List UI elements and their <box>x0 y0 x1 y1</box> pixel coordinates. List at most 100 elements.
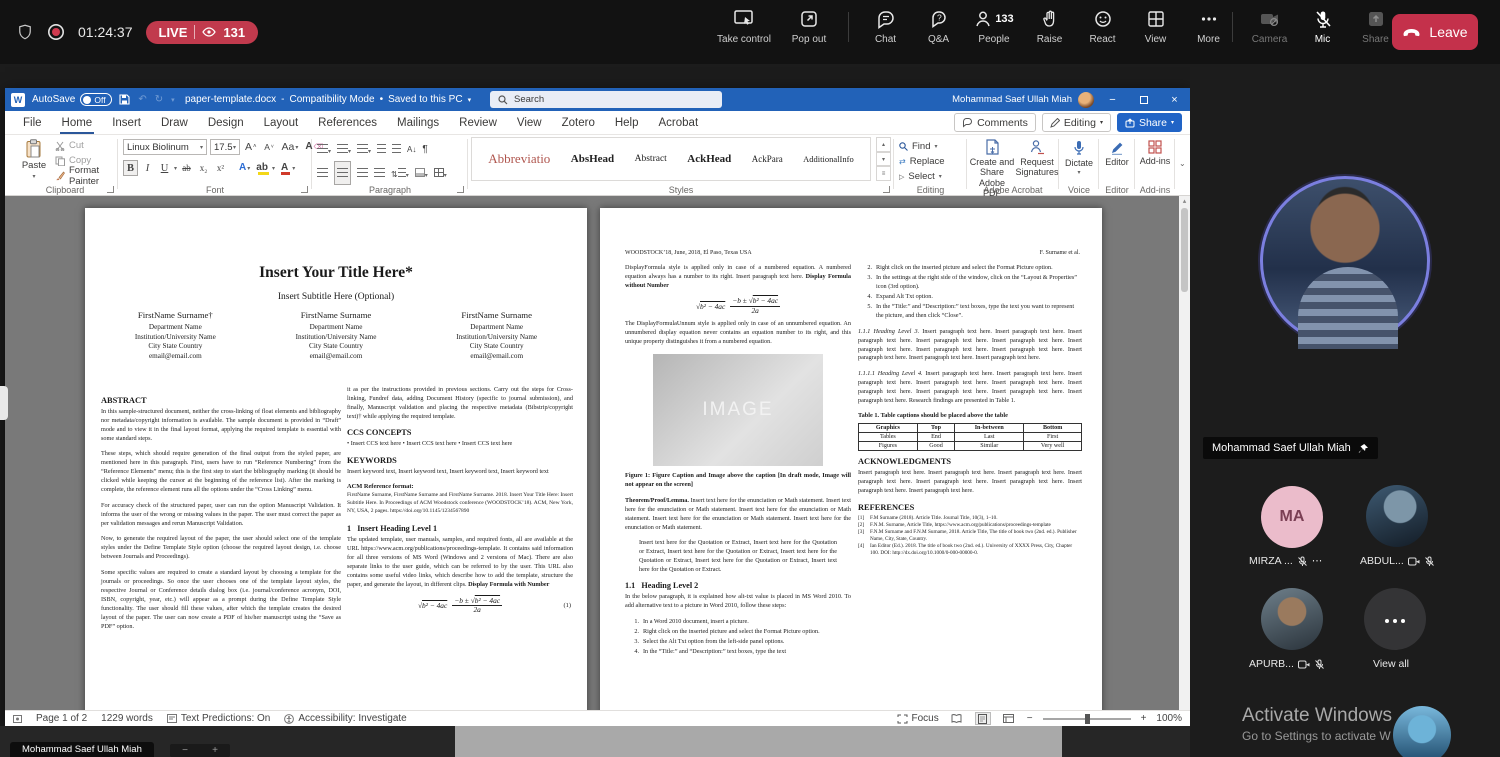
ribbon-collapse-icon[interactable]: ⌄ <box>1179 159 1186 168</box>
shading-button[interactable]: ▾ <box>415 164 428 182</box>
font-name-combo[interactable]: Linux Biolinum▾ <box>123 139 207 155</box>
scrollbar-thumb[interactable] <box>1181 208 1188 292</box>
saved-dropdown-icon[interactable]: ▾ <box>468 96 472 104</box>
web-layout-button[interactable] <box>1001 712 1017 725</box>
select-button[interactable]: ▷ Select▾ <box>899 170 945 183</box>
mic-button[interactable]: Mic <box>1296 8 1349 45</box>
style-abbreviatio[interactable]: Abbreviatio <box>488 151 550 167</box>
page-indicator[interactable]: Page 1 of 2 <box>36 713 87 724</box>
paragraph-dialog-launcher-icon[interactable] <box>457 186 464 193</box>
bullet-list-button[interactable]: ▾ <box>317 140 331 158</box>
style-additionalinfo[interactable]: AdditionalInfo <box>803 154 854 164</box>
zoom-in-button[interactable]: + <box>1141 713 1147 724</box>
account-info[interactable]: Mohammad Saef Ullah Miah <box>952 88 1094 111</box>
style-ackhead[interactable]: AckHead <box>687 153 731 165</box>
editing-mode-button[interactable]: Editing ▾ <box>1042 113 1111 132</box>
print-layout-button[interactable] <box>975 712 991 725</box>
cut-button[interactable]: Cut <box>55 139 117 152</box>
macro-record-icon[interactable] <box>13 715 22 723</box>
decrease-indent-button[interactable] <box>377 140 386 158</box>
view-all-label[interactable]: View all <box>1373 658 1409 670</box>
restore-button[interactable] <box>1128 88 1159 111</box>
tab-design[interactable]: Design <box>198 113 254 134</box>
qa-button[interactable]: ? Q&A <box>912 8 965 45</box>
strikethrough-button[interactable]: ab <box>179 160 194 176</box>
underline-dropdown-icon[interactable]: ▾ <box>174 165 177 172</box>
sort-button[interactable]: A↓ <box>407 145 416 154</box>
change-case-button[interactable]: Aa▾ <box>280 139 301 155</box>
italic-button[interactable]: I <box>140 160 155 176</box>
increase-indent-button[interactable] <box>392 140 401 158</box>
autosave-toggle[interactable]: AutoSave Off <box>32 93 112 106</box>
align-left-button[interactable] <box>317 164 328 182</box>
redo-icon[interactable]: ↻ <box>155 94 163 105</box>
word-count[interactable]: 1229 words <box>101 713 153 724</box>
qat-customize-icon[interactable]: ▾ <box>171 96 175 104</box>
tab-references[interactable]: References <box>308 113 387 134</box>
text-effects-button[interactable]: A▾ <box>237 160 252 176</box>
zoom-out-button[interactable]: − <box>1027 713 1033 724</box>
align-center-button[interactable] <box>334 161 351 185</box>
close-button[interactable]: × <box>1159 88 1190 111</box>
tab-insert[interactable]: Insert <box>102 113 151 134</box>
toggle-switch[interactable]: Off <box>80 93 112 106</box>
tab-acrobat[interactable]: Acrobat <box>649 113 709 134</box>
zoom-in-icon[interactable]: + <box>212 745 218 756</box>
magnifier-controls[interactable]: − + <box>170 744 230 757</box>
comments-button[interactable]: Comments <box>954 113 1036 132</box>
zoom-out-icon[interactable]: − <box>182 745 188 756</box>
tab-file[interactable]: File <box>13 113 52 134</box>
multilevel-list-button[interactable]: ▾ <box>357 140 371 158</box>
participant-avatar-abdul[interactable] <box>1366 485 1428 547</box>
superscript-button[interactable]: x² <box>213 160 228 176</box>
tab-view[interactable]: View <box>507 113 552 134</box>
dictate-button[interactable]: Dictate ▾ <box>1062 140 1096 177</box>
tab-review[interactable]: Review <box>449 113 507 134</box>
style-abshead[interactable]: AbsHead <box>571 153 614 165</box>
format-painter-button[interactable]: Format Painter <box>55 169 117 182</box>
styles-more-icon[interactable]: ≡ <box>876 166 891 181</box>
addins-button[interactable]: Add-ins <box>1138 140 1172 166</box>
chat-button[interactable]: Chat <box>859 8 912 45</box>
underline-button[interactable]: U <box>157 160 172 176</box>
tab-zotero[interactable]: Zotero <box>552 113 605 134</box>
borders-button[interactable]: ▾ <box>434 164 447 182</box>
find-button[interactable]: Find▾ <box>899 140 945 153</box>
styles-scroll-up-icon[interactable]: ▴ <box>876 137 891 152</box>
subscript-button[interactable]: x₂ <box>196 160 211 176</box>
side-panel-handle[interactable] <box>0 386 8 420</box>
numbered-list-button[interactable]: ▾ <box>337 140 351 158</box>
font-color-button[interactable]: A▾ <box>279 160 297 176</box>
grow-font-button[interactable]: A˄ <box>243 139 259 155</box>
paste-button[interactable]: Paste ▾ <box>17 138 51 181</box>
vertical-scrollbar[interactable]: ▴ <box>1179 196 1190 710</box>
participant-avatar-mirza[interactable]: MA <box>1261 486 1323 548</box>
react-button[interactable]: React <box>1076 8 1129 45</box>
focus-mode-button[interactable]: Focus <box>897 713 939 724</box>
people-button[interactable]: 133 People <box>965 8 1023 45</box>
leave-button[interactable]: Leave <box>1392 14 1478 50</box>
tab-home[interactable]: Home <box>52 113 103 134</box>
tab-mailings[interactable]: Mailings <box>387 113 449 134</box>
search-box[interactable]: Search <box>490 91 722 108</box>
clipboard-dialog-launcher-icon[interactable] <box>107 186 114 193</box>
save-icon[interactable] <box>119 94 130 105</box>
justify-button[interactable] <box>374 164 385 182</box>
accessibility-status[interactable]: Accessibility: Investigate <box>284 713 406 724</box>
raise-hand-button[interactable]: Raise <box>1023 8 1076 45</box>
style-ackpara[interactable]: AckPara <box>752 154 783 164</box>
highlight-button[interactable]: ab▾ <box>254 160 277 176</box>
line-spacing-button[interactable]: ⇅▾ <box>391 164 409 182</box>
document-canvas[interactable]: Insert Your Title Here* Insert Subtitle … <box>5 196 1179 710</box>
self-video-bubble[interactable] <box>1393 706 1451 757</box>
document-page-1[interactable]: Insert Your Title Here* Insert Subtitle … <box>85 208 587 710</box>
editor-button[interactable]: Editor <box>1102 140 1132 167</box>
view-all-button[interactable] <box>1364 588 1426 650</box>
zoom-slider-knob[interactable] <box>1085 714 1090 724</box>
styles-dialog-launcher-icon[interactable] <box>883 186 890 193</box>
bold-button[interactable]: B <box>123 160 138 176</box>
font-dialog-launcher-icon[interactable] <box>301 186 308 193</box>
participant-more-icon[interactable]: ⋯ <box>1312 555 1324 567</box>
take-control-button[interactable]: Take control <box>708 8 780 45</box>
shrink-font-button[interactable]: A˅ <box>262 139 277 155</box>
